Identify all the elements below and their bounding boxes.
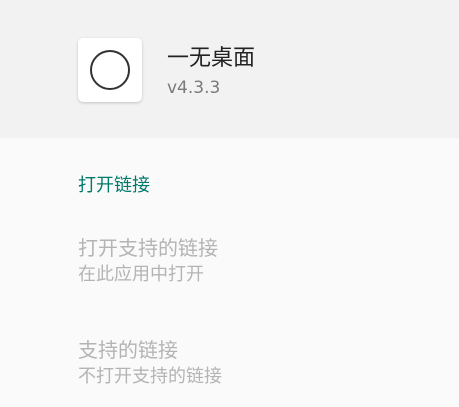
app-name: 一无桌面 — [167, 46, 256, 71]
app-icon — [78, 38, 142, 102]
supported-links-item[interactable]: 支持的链接 不打开支持的链接 — [78, 336, 438, 390]
pref-summary: 在此应用中打开 — [78, 264, 204, 285]
circle-icon — [90, 50, 130, 90]
app-version: v4.3.3 — [167, 78, 221, 98]
app-header: 一无桌面 v4.3.3 — [0, 0, 459, 138]
open-supported-links-item[interactable]: 打开支持的链接 在此应用中打开 — [78, 234, 438, 288]
pref-summary: 不打开支持的链接 — [78, 366, 222, 387]
pref-title: 打开支持的链接 — [78, 236, 218, 260]
pref-title: 支持的链接 — [78, 338, 178, 362]
section-title-open-links: 打开链接 — [78, 175, 150, 196]
